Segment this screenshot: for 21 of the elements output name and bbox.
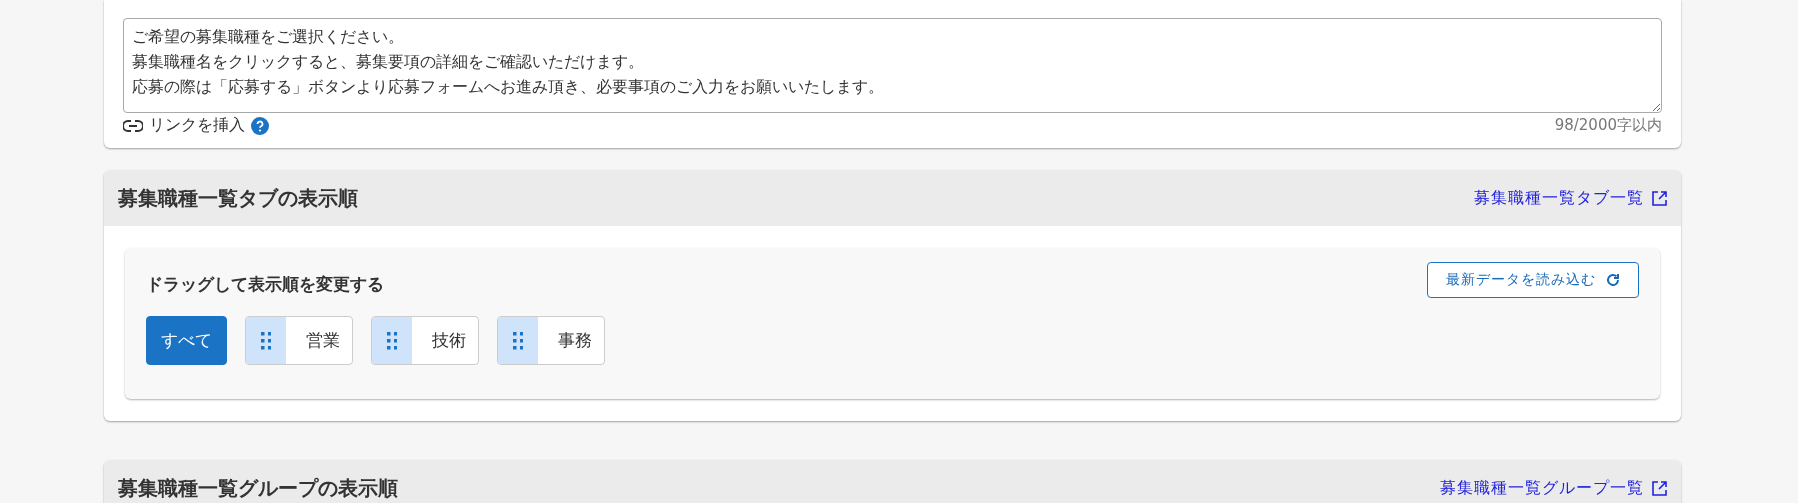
- external-link-icon: [1652, 480, 1667, 496]
- message-field[interactable]: ご希望の募集職種をご選択ください。 募集職種名をクリックすると、募集要項の詳細をご確認いただけます。 応募の際は「応募する」ボタンより応募フォームへお進み頂き、必要事項のご入力をお願いいたします。: [123, 18, 1662, 113]
- tab[interactable]: 営業: [245, 316, 353, 365]
- list-link[interactable]: 募集職種一覧グループ一覧: [1440, 477, 1667, 499]
- tab[interactable]: 事務: [497, 316, 605, 365]
- section-title: 募集職種一覧グループの表示順: [118, 474, 398, 502]
- panel-heading: ドラッグして表示順を変更する: [146, 273, 384, 296]
- link-icon: [123, 119, 143, 132]
- drag-handle-icon[interactable]: [513, 331, 523, 350]
- list-link[interactable]: 募集職種一覧タブ一覧: [1474, 187, 1667, 209]
- reload-button[interactable]: 最新データを読み込む: [1427, 262, 1639, 298]
- help-icon[interactable]: [251, 116, 269, 135]
- refresh-icon: [1606, 273, 1620, 287]
- insert-link-button[interactable]: リンクを挿入: [123, 115, 269, 136]
- tab[interactable]: 技術: [371, 316, 479, 365]
- tab[interactable]: すべて: [146, 316, 227, 365]
- drag-handle-icon[interactable]: [387, 331, 397, 350]
- section-title: 募集職種一覧タブの表示順: [118, 184, 358, 212]
- external-link-icon: [1652, 190, 1667, 206]
- character-count: 98/2000字以内: [1554, 116, 1662, 135]
- drag-handle-icon[interactable]: [261, 331, 271, 350]
